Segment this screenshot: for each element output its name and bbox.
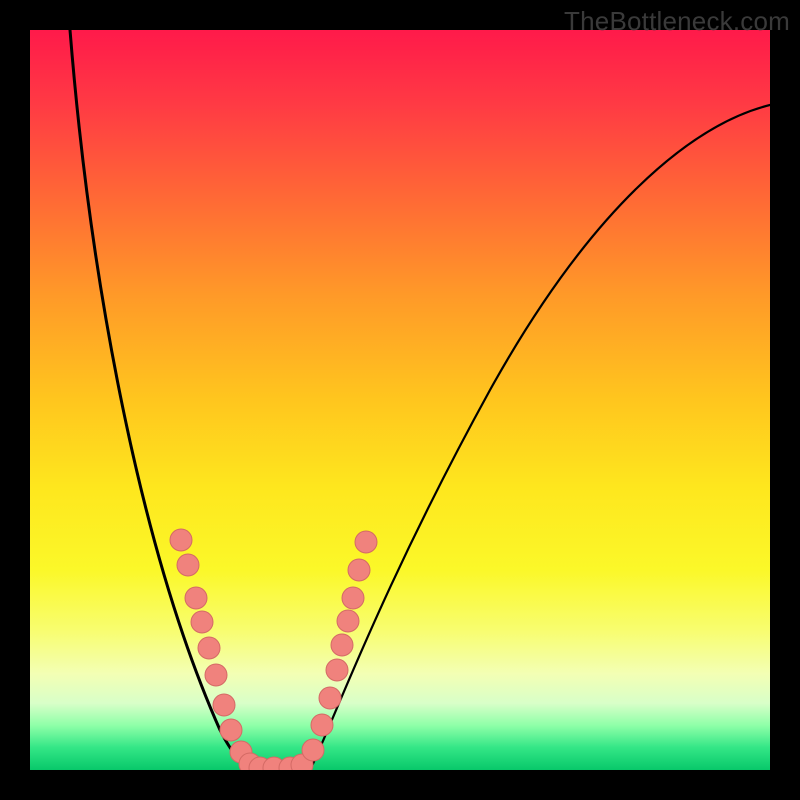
data-marker <box>326 659 348 681</box>
data-marker <box>170 529 192 551</box>
curve-lines <box>70 30 770 770</box>
data-marker <box>177 554 199 576</box>
data-marker <box>302 739 324 761</box>
data-marker <box>198 637 220 659</box>
data-marker <box>348 559 370 581</box>
chart-frame: TheBottleneck.com <box>0 0 800 800</box>
data-marker <box>220 719 242 741</box>
plot-area <box>30 30 770 770</box>
data-marker <box>319 687 341 709</box>
data-marker <box>213 694 235 716</box>
data-marker <box>355 531 377 553</box>
series-left-curve <box>70 30 260 770</box>
data-marker <box>337 610 359 632</box>
watermark-text: TheBottleneck.com <box>564 6 790 37</box>
data-markers <box>170 529 377 770</box>
data-marker <box>311 714 333 736</box>
data-marker <box>342 587 364 609</box>
series-right-curve <box>310 105 770 770</box>
data-marker <box>331 634 353 656</box>
data-marker <box>205 664 227 686</box>
chart-svg <box>30 30 770 770</box>
data-marker <box>191 611 213 633</box>
data-marker <box>185 587 207 609</box>
